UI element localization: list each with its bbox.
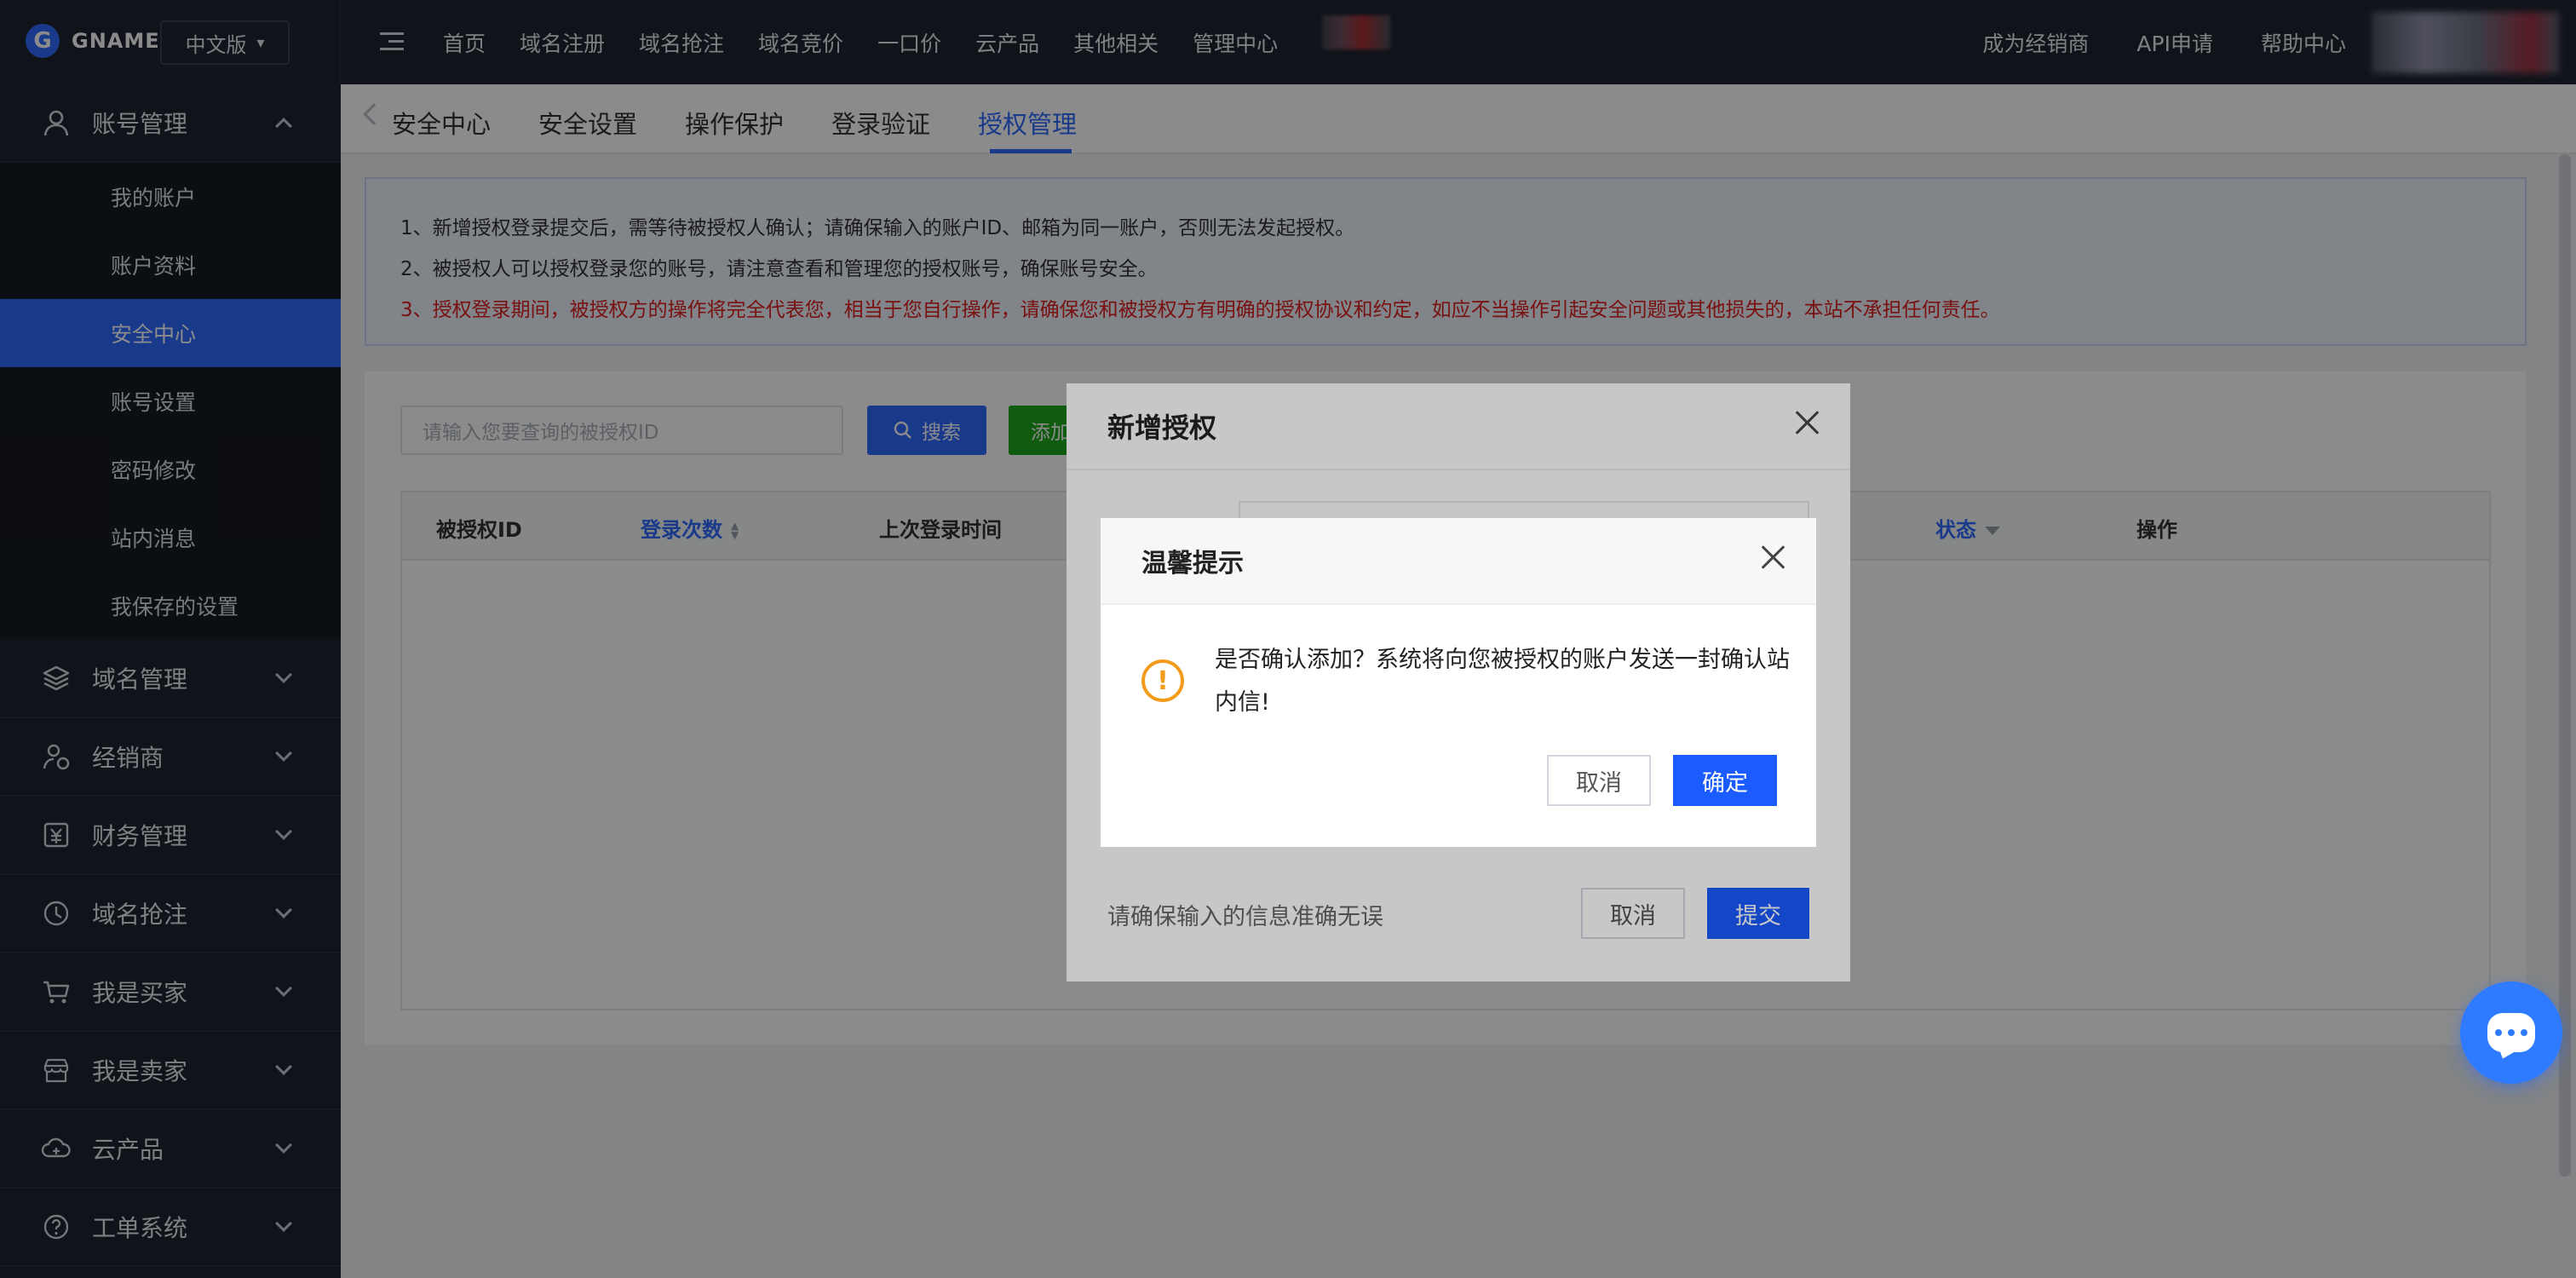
warning-icon: !	[1141, 659, 1184, 702]
dialog-message: 是否确认添加？系统将向您被授权的账户发送一封确认站内信!	[1215, 647, 1790, 716]
close-icon[interactable]	[1760, 544, 1787, 571]
chat-icon	[2487, 1013, 2535, 1052]
confirm-dialog: 温馨提示 ! 是否确认添加？系统将向您被授权的账户发送一封确认站内信! 取消 确…	[1101, 518, 1816, 847]
dialog-title: 温馨提示	[1101, 518, 1816, 605]
cancel-button[interactable]: 取消	[1547, 755, 1651, 806]
chat-support-button[interactable]	[2460, 982, 2562, 1084]
confirm-button[interactable]: 确定	[1673, 755, 1777, 806]
